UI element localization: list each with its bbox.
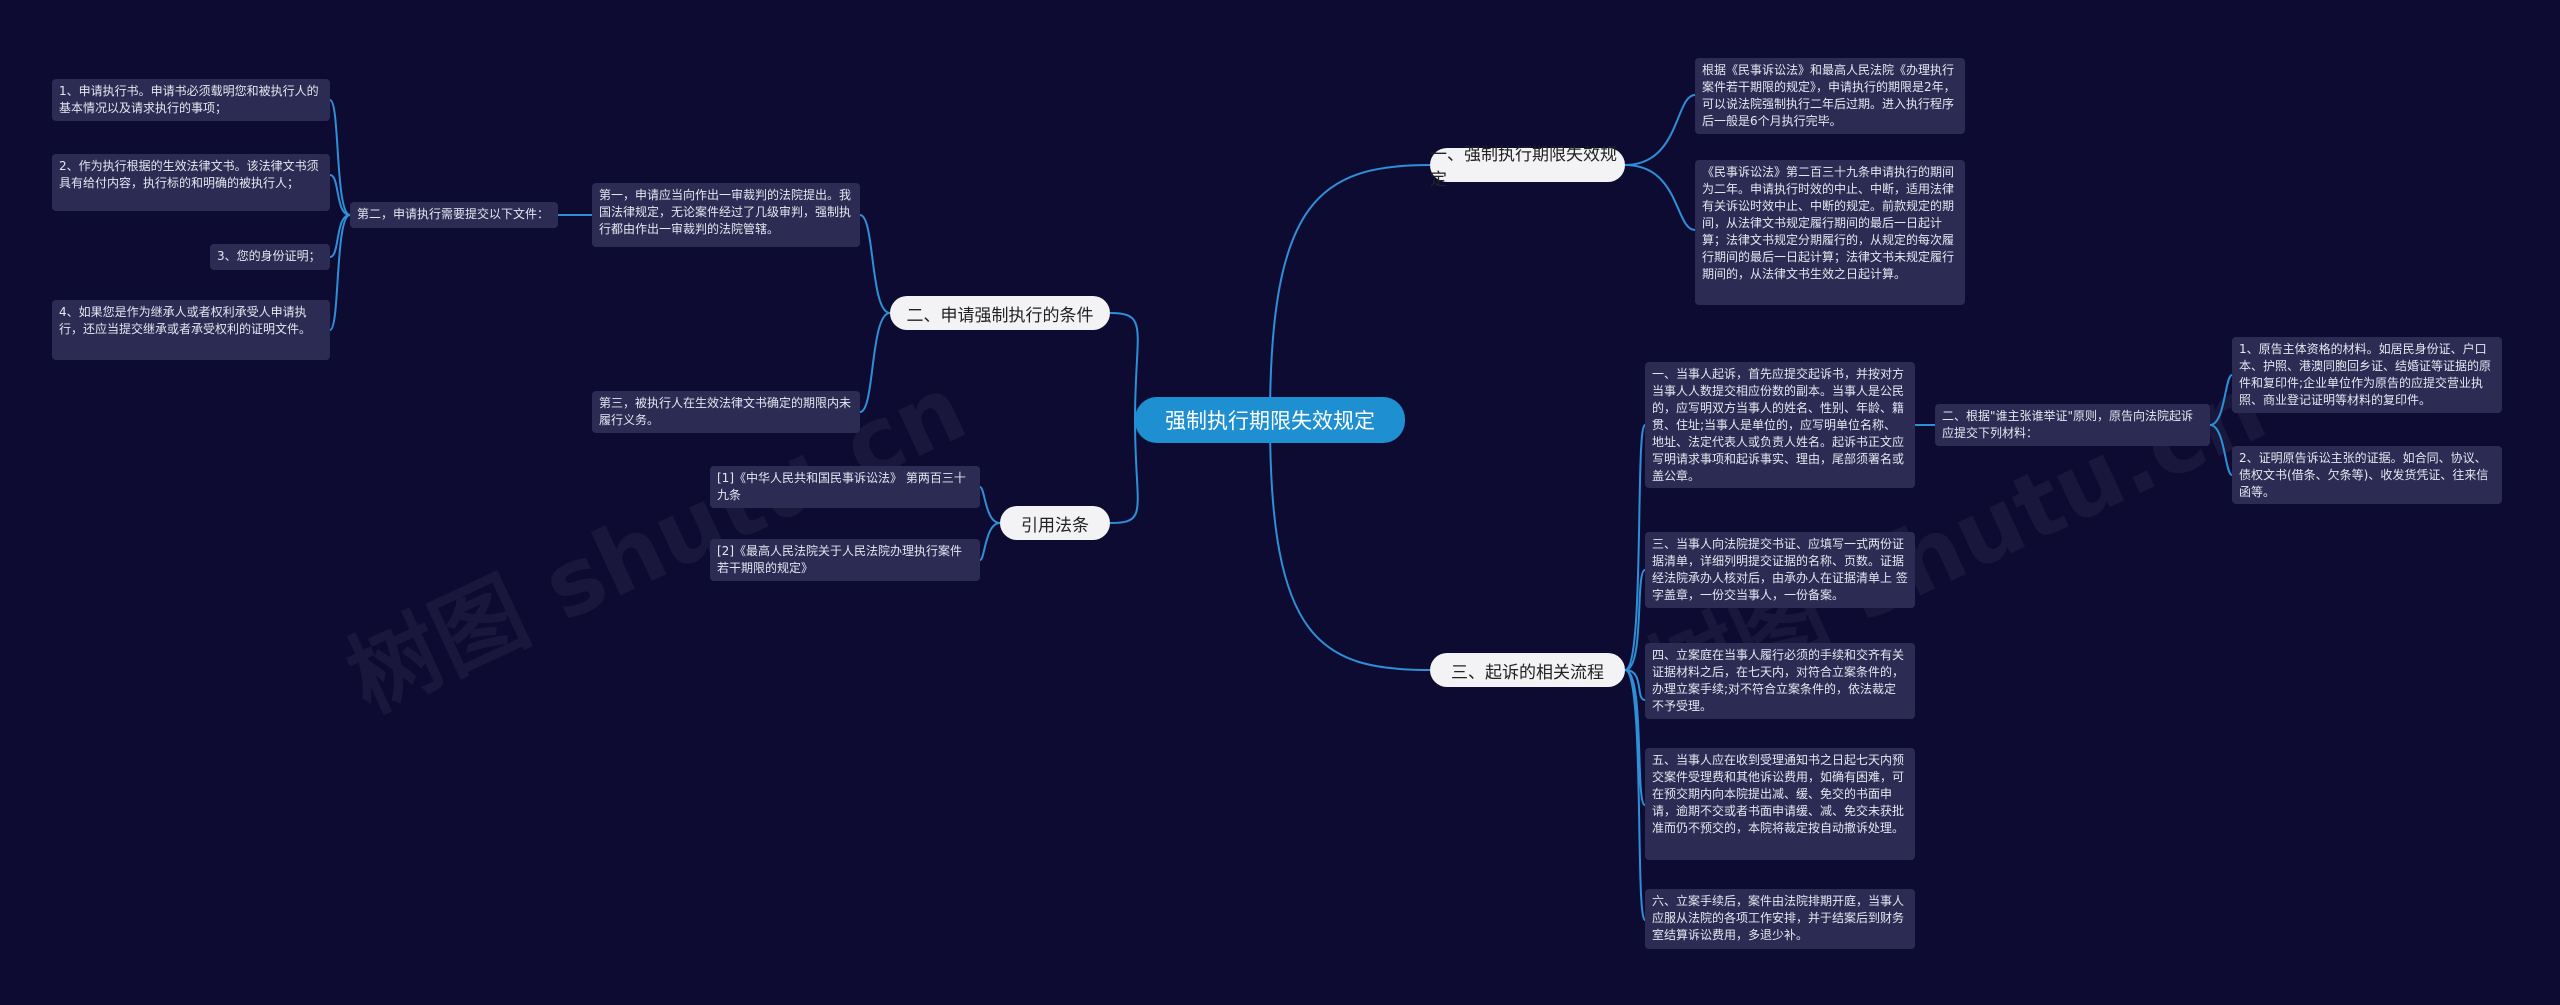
leaf-b3-sub: 二、根据"谁主张谁举证"原则，原告向法院起诉应提交下列材料： [1935,404,2210,446]
leaf-b3-4: 五、当事人应在收到受理通知书之日起七天内预交案件受理费和其他诉讼费用，如确有困难… [1645,748,1915,860]
leaf-b2-second-2: 2、作为执行根据的生效法律文书。该法律文书须具有给付内容，执行标的和明确的被执行… [52,154,330,211]
branch-cited-laws[interactable]: 引用法条 [1000,506,1110,540]
leaf-b4-2: [2]《最高人民法院关于人民法院办理执行案件若干期限的规定》 [710,539,980,581]
link-b3-leaves [1624,424,1646,921]
leaf-b3-sub-1: 1、原告主体资格的材料。如居民身份证、户口本、护照、港澳同胞回乡证、结婚证等证据… [2232,337,2502,413]
leaf-b2-second-1: 1、申请执行书。申请书必须载明您和被执行人的基本情况以及请求执行的事项； [52,79,330,121]
leaf-b4-1: [1]《中华人民共和国民事诉讼法》 第两百三十九条 [710,466,980,508]
leaf-b3-1: 一、当事人起诉，首先应提交起诉书，并按对方当事人人数提交相应份数的副本。当事人是… [1645,362,1915,488]
connector-lines [329,94,2233,921]
leaf-b2-third: 第三，被执行人在生效法律文书确定的期限内未履行义务。 [592,391,860,433]
leaf-b3-3: 四、立案庭在当事人履行必须的手续和交齐有关证据材料之后，在七天内，对符合立案条件… [1645,643,1915,719]
link-root-b3 [1269,419,1431,671]
link-root-b2 [1109,312,1139,421]
link-b1-leaves [1624,94,1696,231]
leaf-b3-5: 六、立案手续后，案件由法院排期开庭，当事人应服从法院的各项工作安排，并于结案后到… [1645,889,1915,949]
leaf-b2-second-3: 3、您的身份证明； [210,244,330,270]
link-b2-leaves [859,214,891,413]
link-sub-items [2209,374,2233,476]
leaf-b1-1: 根据《民事诉讼法》和最高人民法院《办理执行案件若干期限的规定》，申请执行的期限是… [1695,58,1965,134]
link-root-b4 [1109,419,1139,524]
link-root-b1 [1269,164,1431,421]
leaf-b2-first: 第一，申请应当向作出一审裁判的法院提出。我国法律规定，无论案件经过了几级审判，强… [592,183,860,247]
leaf-b2-second-4: 4、如果您是作为继承人或者权利承受人申请执行，还应当提交继承或者承受权利的证明文… [52,300,330,360]
branch-enforcement-conditions[interactable]: 二、申请强制执行的条件 [890,296,1110,330]
leaf-b3-sub-2: 2、证明原告诉讼主张的证据。如合同、协议、债权文书(借条、欠条等)、收发货凭证、… [2232,446,2502,504]
leaf-b1-2: 《民事诉讼法》第二百三十九条申请执行的期间为二年。申请执行时效的中止、中断，适用… [1695,160,1965,305]
link-second-items [329,99,351,331]
branch-lawsuit-process[interactable]: 三、起诉的相关流程 [1430,653,1625,687]
link-b4-leaves [979,486,1001,561]
leaf-b2-second: 第二，申请执行需要提交以下文件： [350,202,558,228]
leaf-b3-2: 三、当事人向法院提交书证、应填写一式两份证据清单，详细列明提交证据的名称、页数。… [1645,532,1915,608]
branch-expiration-rules[interactable]: 一、强制执行期限失效规定 [1430,145,1625,190]
root-node[interactable]: 强制执行期限失效规定 [1135,397,1405,443]
